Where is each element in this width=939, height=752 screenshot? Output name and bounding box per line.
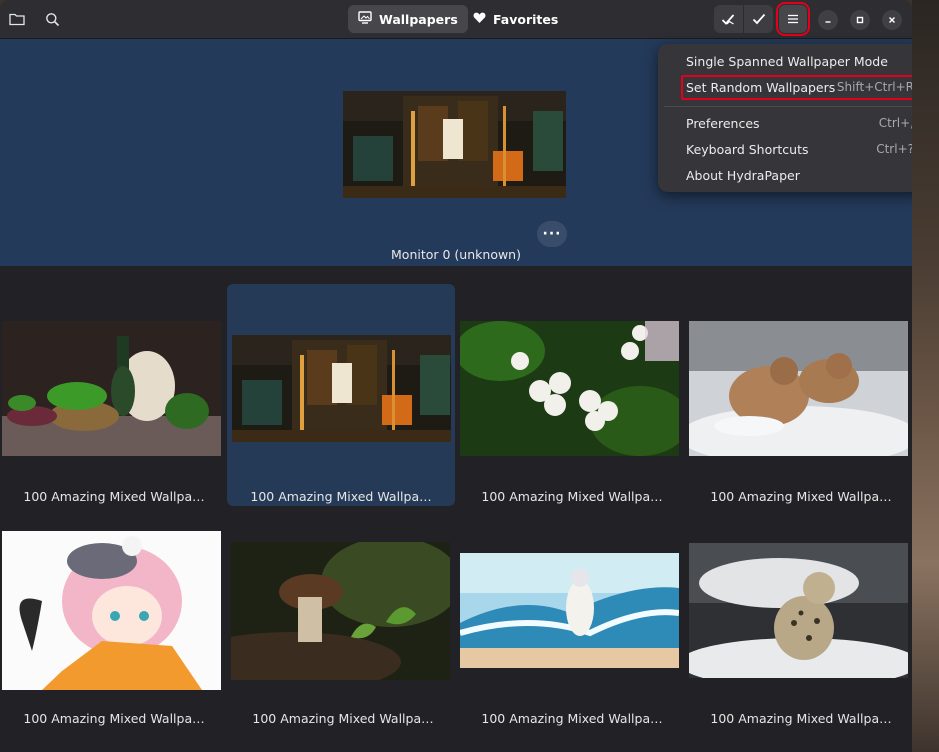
wallpaper-thumbnail: [232, 335, 451, 442]
main-menu-popover: Single Spanned Wallpaper Mode Set Random…: [658, 44, 912, 192]
menu-item-set-random[interactable]: Set Random Wallpapers Shift+Ctrl+R: [686, 75, 912, 99]
check-icon[interactable]: [744, 5, 773, 33]
folder-icon[interactable]: [3, 5, 31, 33]
close-icon[interactable]: [882, 10, 902, 30]
menu-item-accel: Ctrl+,: [878, 116, 912, 130]
tab-favorites[interactable]: Favorites: [463, 5, 568, 33]
menu-separator: [664, 106, 912, 107]
wallpaper-card[interactable]: 100 Amazing Mixed Wallpa…: [229, 506, 457, 728]
menu-item-label: Keyboard Shortcuts: [686, 141, 809, 157]
menu-item-keyboard-shortcuts[interactable]: Keyboard Shortcuts Ctrl+?: [686, 137, 912, 161]
menu-item-single-spanned[interactable]: Single Spanned Wallpaper Mode: [686, 49, 912, 73]
hydrapaper-window: Wallpapers Favorites ··· Monitor 0 (unkn…: [0, 0, 912, 752]
wallpaper-gallery: 100 Amazing Mixed Wallpa… 100 Amazing Mi…: [0, 266, 912, 752]
wallpaper-card[interactable]: 100 Amazing Mixed Wallpa…: [687, 284, 912, 506]
wallpaper-card-label: 100 Amazing Mixed Wallpa…: [710, 489, 892, 504]
wallpaper-thumbnail: [689, 543, 908, 678]
tab-wallpapers-label: Wallpapers: [379, 11, 458, 27]
minimize-icon[interactable]: [818, 10, 838, 30]
heart-icon: [473, 12, 486, 27]
tab-wallpapers[interactable]: Wallpapers: [348, 5, 468, 33]
wallpaper-thumbnail: [2, 321, 221, 456]
wallpaper-card-label: 100 Amazing Mixed Wallpa…: [252, 711, 434, 726]
apply-check-icon[interactable]: [714, 5, 744, 33]
wallpaper-card[interactable]: 100 Amazing Mixed Wallpa…: [0, 284, 228, 506]
menu-item-label: Preferences: [686, 115, 760, 131]
wallpaper-card-label: 100 Amazing Mixed Wallpa…: [23, 489, 205, 504]
menu-item-about[interactable]: About HydraPaper: [686, 163, 912, 187]
wallpaper-card-selected[interactable]: 100 Amazing Mixed Wallpa…: [227, 284, 455, 506]
search-icon[interactable]: [38, 5, 66, 33]
desktop-background: [912, 0, 939, 752]
wallpaper-card-label: 100 Amazing Mixed Wallpa…: [250, 489, 432, 504]
hamburger-menu-icon[interactable]: [776, 2, 810, 36]
menu-item-accel: Shift+Ctrl+R: [836, 80, 912, 94]
menu-item-preferences[interactable]: Preferences Ctrl+,: [686, 111, 912, 135]
wallpaper-card-label: 100 Amazing Mixed Wallpa…: [23, 711, 205, 726]
menu-item-label: Set Random Wallpapers: [686, 79, 836, 95]
wallpaper-card[interactable]: 100 Amazing Mixed Wallpa…: [0, 506, 228, 728]
tab-favorites-label: Favorites: [493, 11, 559, 27]
wallpaper-card-label: 100 Amazing Mixed Wallpa…: [481, 711, 663, 726]
wallpaper-thumbnail: [689, 321, 908, 456]
wallpaper-thumbnail: [2, 531, 221, 690]
menu-item-label: About HydraPaper: [686, 167, 800, 183]
monitor-icon: [358, 11, 372, 27]
maximize-icon[interactable]: [850, 10, 870, 30]
wallpaper-card-label: 100 Amazing Mixed Wallpa…: [481, 489, 663, 504]
wallpaper-card-label: 100 Amazing Mixed Wallpa…: [710, 711, 892, 726]
wallpaper-card[interactable]: 100 Amazing Mixed Wallpa…: [458, 506, 686, 728]
menu-item-label: Single Spanned Wallpaper Mode: [686, 53, 888, 69]
wallpaper-thumbnail: [460, 321, 679, 456]
wallpaper-thumbnail: [460, 553, 679, 668]
wallpaper-thumbnail: [231, 542, 450, 680]
apply-button-group: [714, 5, 773, 33]
wallpaper-card[interactable]: 100 Amazing Mixed Wallpa…: [687, 506, 912, 728]
monitor-more-button[interactable]: ···: [537, 221, 567, 247]
monitor-label: Monitor 0 (unknown): [391, 247, 521, 262]
menu-item-accel: Ctrl+?: [876, 142, 912, 156]
header-bar: Wallpapers Favorites: [0, 0, 912, 39]
monitor-wallpaper-preview[interactable]: [343, 91, 566, 198]
wallpaper-card[interactable]: 100 Amazing Mixed Wallpa…: [458, 284, 686, 506]
